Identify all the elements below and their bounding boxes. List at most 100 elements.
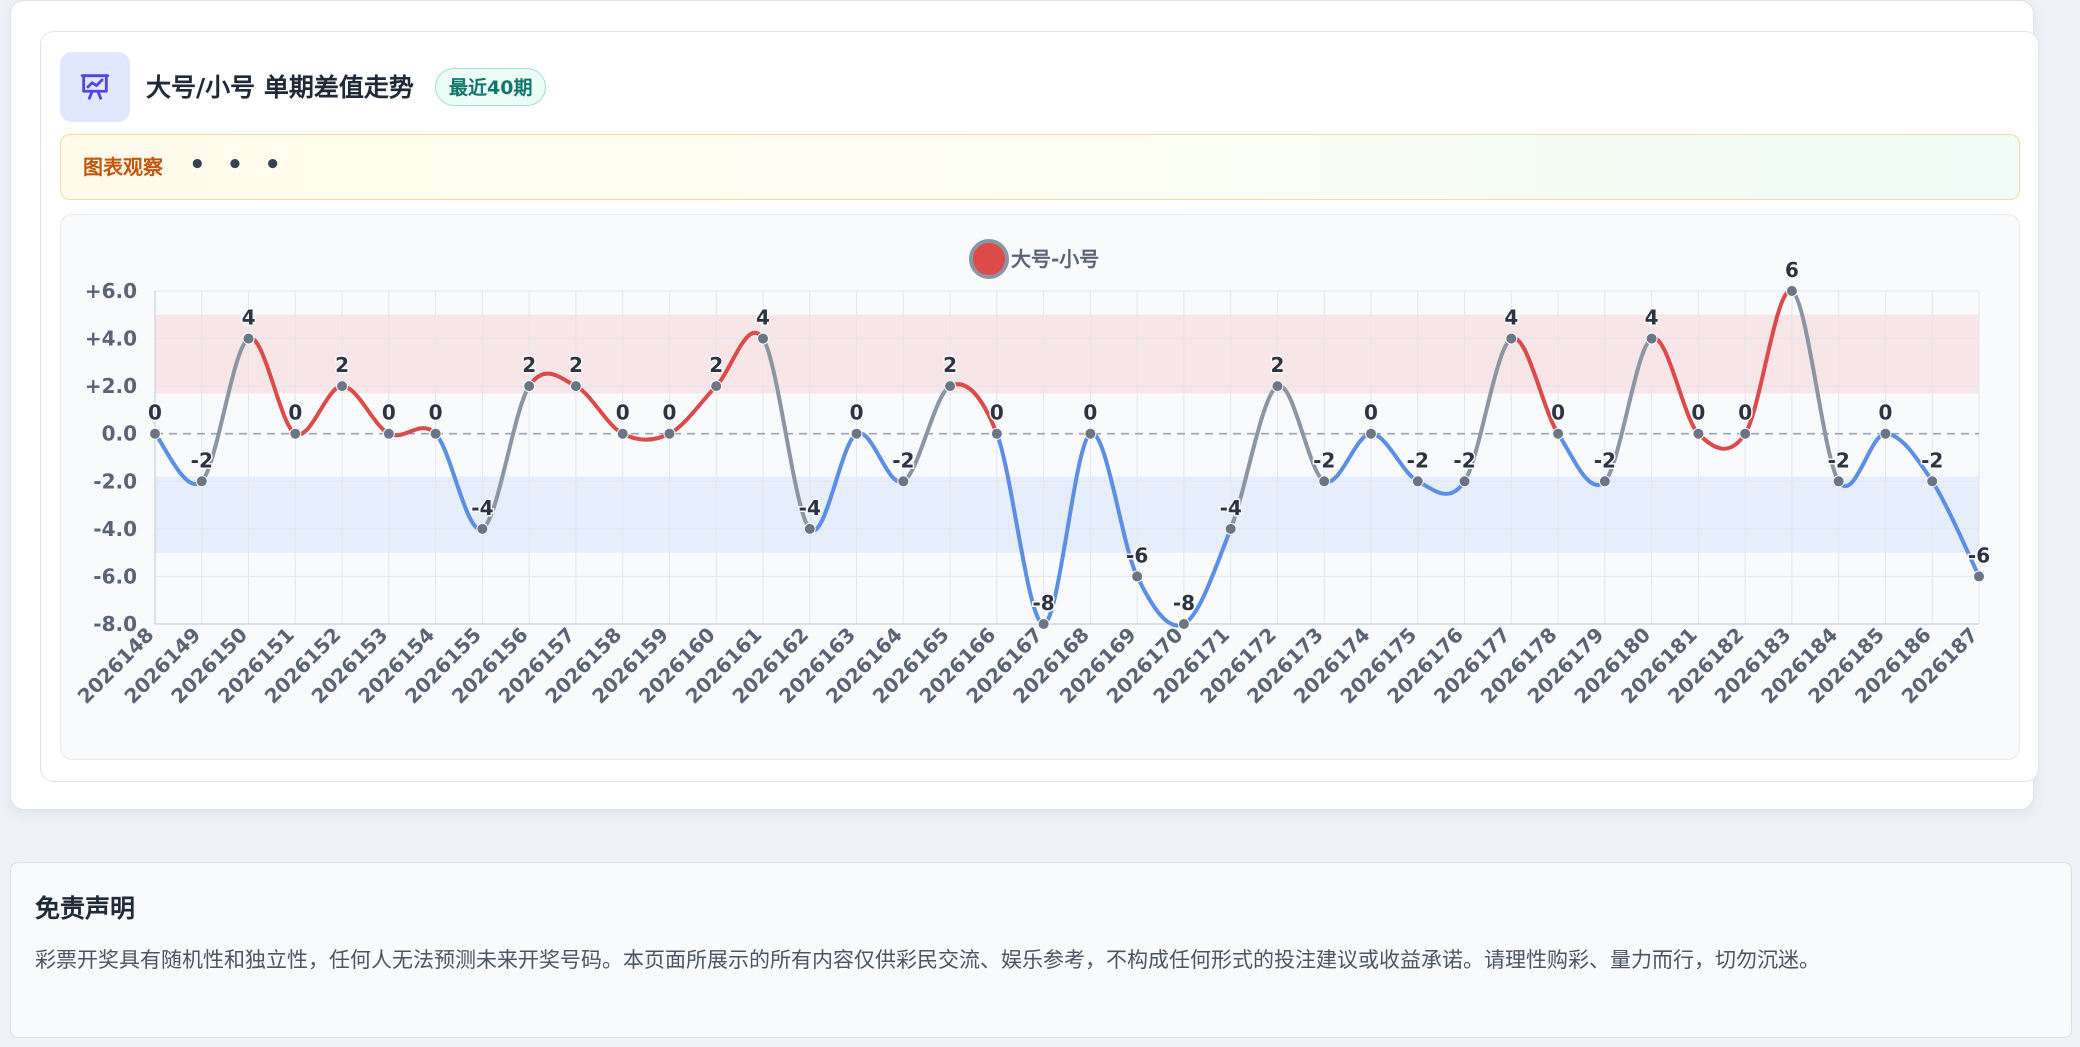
data-label: 0	[663, 401, 677, 425]
high-band	[155, 314, 1979, 394]
diff-trend-chart: +6.0+4.0+2.00.0-2.0-4.0-6.0-8.0202614820…	[73, 239, 1992, 708]
data-label: 0	[1691, 401, 1705, 425]
data-label: 4	[242, 306, 256, 330]
data-label: -4	[471, 496, 493, 520]
data-point	[1037, 618, 1050, 630]
data-point	[1084, 427, 1097, 440]
data-label: 0	[1879, 401, 1893, 425]
y-tick-label: +6.0	[85, 279, 137, 303]
data-point	[523, 380, 536, 393]
data-point	[1131, 570, 1144, 583]
data-point	[569, 380, 582, 393]
data-point	[289, 427, 302, 440]
data-label: -2	[1828, 448, 1850, 472]
data-label: 0	[1738, 401, 1752, 425]
data-point	[1739, 427, 1752, 440]
data-point	[1926, 475, 1939, 488]
legend-marker	[969, 239, 1009, 279]
data-label: -8	[1033, 591, 1055, 615]
data-label: 0	[382, 401, 396, 425]
data-label: 4	[1645, 306, 1659, 330]
data-point	[1645, 332, 1658, 345]
data-label: 0	[990, 401, 1004, 425]
series-line-segment	[620, 431, 672, 442]
data-point	[195, 475, 208, 488]
data-point	[757, 332, 769, 345]
data-label: 0	[1364, 401, 1378, 425]
data-point	[382, 427, 395, 440]
data-point	[1365, 427, 1377, 440]
data-label: 0	[850, 401, 864, 425]
data-label: -4	[1220, 496, 1242, 520]
data-point	[149, 427, 161, 440]
data-point	[1973, 570, 1985, 583]
data-point	[1879, 427, 1892, 440]
y-tick-label: -6.0	[93, 564, 137, 588]
data-label: -6	[1968, 543, 1990, 567]
data-label: -2	[892, 448, 914, 472]
data-point	[476, 522, 489, 535]
data-point	[990, 427, 1003, 440]
data-label: 0	[616, 401, 630, 425]
data-point	[850, 427, 863, 440]
y-tick-label: +4.0	[85, 327, 137, 351]
data-point	[1692, 427, 1705, 440]
data-label: -2	[1594, 448, 1616, 472]
data-label: -4	[799, 496, 821, 520]
data-label: 0	[288, 401, 302, 425]
data-label: 0	[1551, 401, 1565, 425]
y-tick-label: -4.0	[93, 517, 137, 541]
chart-observation-bar[interactable]: 图表观察 • • •	[60, 134, 2020, 200]
data-point	[944, 380, 957, 393]
data-label: 2	[1271, 353, 1285, 377]
disclaimer-panel: 免责声明 彩票开奖具有随机性和独立性，任何人无法预测未来开奖号码。本页面所展示的…	[10, 862, 2072, 1038]
disclaimer-text: 彩票开奖具有随机性和独立性，任何人无法预测未来开奖号码。本页面所展示的所有内容仅…	[35, 948, 1820, 972]
y-tick-label: -2.0	[93, 469, 137, 493]
data-label: 0	[429, 401, 443, 425]
data-label: -2	[1313, 448, 1335, 472]
data-label: -2	[1453, 448, 1475, 472]
data-point	[803, 522, 816, 535]
data-point	[1271, 380, 1284, 393]
data-point	[1411, 475, 1424, 488]
y-tick-label: +2.0	[85, 374, 137, 398]
data-point	[710, 380, 723, 393]
chart-area: +6.0 +4.0 +2.0 0.0 -2.0 -4.0 -6.0 -8.0 2026148 20…	[60, 214, 2020, 760]
data-point	[1505, 332, 1518, 345]
data-point	[242, 332, 255, 345]
data-label: -2	[191, 448, 213, 472]
data-point	[1318, 475, 1331, 488]
data-point	[1598, 475, 1611, 488]
presentation-chart-icon	[60, 52, 130, 122]
data-point	[1177, 618, 1190, 630]
data-point	[663, 427, 676, 440]
data-label: 0	[148, 401, 162, 425]
data-label: -6	[1126, 543, 1148, 567]
data-point	[1552, 427, 1565, 440]
period-badge: 最近40期	[435, 68, 547, 106]
data-point	[1832, 475, 1845, 488]
data-label: 4	[756, 306, 770, 330]
data-label: 2	[943, 353, 957, 377]
data-label: 2	[709, 353, 723, 377]
data-point	[336, 380, 349, 393]
data-label: -2	[1921, 448, 1943, 472]
data-point	[616, 427, 629, 440]
chart-title: 大号/小号 单期差值走势	[146, 73, 414, 102]
data-point	[1785, 285, 1798, 297]
data-label: 6	[1785, 258, 1799, 282]
more-dots-icon[interactable]: • • •	[189, 135, 287, 195]
data-point	[1224, 522, 1237, 535]
data-point	[1458, 475, 1471, 488]
observation-label: 图表观察	[83, 155, 163, 179]
data-label: 2	[569, 353, 583, 377]
data-label: -2	[1407, 448, 1429, 472]
disclaimer-title: 免责声明	[35, 894, 136, 923]
data-label: 0	[1083, 401, 1097, 425]
data-label: 2	[522, 353, 536, 377]
y-tick-label: 0.0	[102, 422, 137, 446]
data-label: -8	[1173, 591, 1195, 615]
data-label: 4	[1504, 306, 1518, 330]
data-point	[897, 475, 910, 488]
legend-label: 大号-小号	[1011, 247, 1099, 271]
